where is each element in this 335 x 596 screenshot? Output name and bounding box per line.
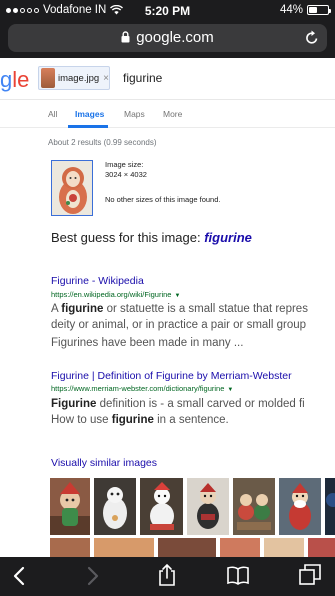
similar-image[interactable]: [94, 478, 136, 535]
chip-filename: image.jpg: [57, 72, 100, 84]
similar-images-row-2: [50, 538, 335, 558]
status-right: 44%: [279, 4, 331, 16]
snippet-bold: figurine: [111, 414, 154, 426]
search-image-chip[interactable]: image.jpg ×: [38, 66, 110, 90]
image-size-value: 3024 × 4032: [105, 170, 147, 179]
snippet-line: A figurine or statuette is a small statu…: [51, 301, 335, 317]
google-logo[interactable]: gle: [0, 67, 29, 93]
lock-icon: [121, 31, 130, 43]
share-icon[interactable]: [157, 563, 177, 587]
similar-image[interactable]: [220, 538, 260, 558]
chip-close-icon[interactable]: ×: [103, 73, 109, 84]
back-icon[interactable]: [12, 566, 26, 586]
google-search-header: gle image.jpg × figurine: [0, 58, 335, 100]
snippet-text: or statuette is a small statue that repr…: [103, 303, 308, 315]
image-size-label: Image size:: [105, 160, 144, 169]
similar-image[interactable]: [50, 478, 90, 535]
dropdown-triangle-icon[interactable]: ▼: [174, 293, 180, 299]
results-count: About 2 results (0.99 seconds): [48, 138, 157, 147]
similar-image[interactable]: [279, 478, 321, 535]
dropdown-triangle-icon[interactable]: ▼: [227, 387, 233, 393]
forward-icon[interactable]: [86, 566, 100, 586]
similar-images-row: [50, 478, 335, 538]
url-display[interactable]: google.com: [8, 29, 327, 46]
matryoshka-doll-image: [52, 161, 92, 215]
result-url-text: https://www.merriam-webster.com/dictiona…: [51, 384, 225, 393]
best-guess-prefix: Best guess for this image:: [51, 230, 201, 245]
tab-more[interactable]: More: [163, 109, 182, 119]
result-url-text: https://en.wikipedia.org/wiki/Figurine: [51, 290, 172, 299]
snippet-text: Figurines have been made in many ...: [51, 337, 244, 349]
snippet-line: deity or animal, or in practice a pair o…: [51, 317, 335, 333]
active-tab-indicator: [68, 125, 108, 128]
snippet-text: A: [51, 303, 62, 315]
snippet-text: How to use: [51, 414, 112, 426]
search-tabs: All Images Maps More: [0, 100, 335, 128]
similar-image[interactable]: [158, 538, 216, 558]
status-bar: Vodafone IN 5:20 PM 44%: [0, 0, 335, 20]
reload-icon[interactable]: [305, 30, 319, 45]
similar-image[interactable]: [308, 538, 335, 558]
snippet-bold: figurine: [61, 303, 104, 315]
similar-image[interactable]: [94, 538, 154, 558]
snippet-line: How to use figurine in a sentence.: [51, 412, 335, 428]
no-other-sizes-text: No other sizes of this image found.: [105, 195, 221, 204]
similar-image[interactable]: [233, 478, 275, 535]
tab-images[interactable]: Images: [75, 109, 104, 119]
battery-percent: 44%: [279, 4, 303, 16]
result-snippet: Figurine definition is - a small carved …: [51, 396, 335, 428]
address-bar[interactable]: google.com: [8, 24, 327, 52]
result-title[interactable]: Figurine - Wikipedia: [51, 275, 144, 287]
snippet-text: in a sentence.: [153, 414, 229, 426]
search-query[interactable]: figurine: [123, 71, 162, 85]
snippet-text: deity or animal, or in practice a pair o…: [51, 319, 307, 331]
similar-image[interactable]: [325, 478, 335, 535]
url-text: google.com: [136, 29, 214, 46]
query-image-thumbnail[interactable]: [51, 160, 93, 216]
visually-similar-link[interactable]: Visually similar images: [51, 457, 157, 469]
browser-chrome: Vodafone IN 5:20 PM 44% google.com: [0, 0, 335, 58]
similar-image[interactable]: [50, 538, 90, 558]
best-guess-link[interactable]: figurine: [204, 230, 252, 245]
result-title[interactable]: Figurine | Definition of Figurine by Mer…: [51, 370, 292, 382]
similar-image[interactable]: [264, 538, 304, 558]
similar-image[interactable]: [187, 478, 229, 535]
bookmarks-icon[interactable]: [226, 565, 250, 585]
tab-maps[interactable]: Maps: [124, 109, 145, 119]
result-url[interactable]: https://www.merriam-webster.com/dictiona…: [51, 384, 233, 393]
chip-thumbnail: [41, 68, 55, 88]
result-url[interactable]: https://en.wikipedia.org/wiki/Figurine ▼: [51, 290, 180, 299]
snippet-line: Figurine definition is - a small carved …: [51, 396, 335, 412]
tabs-icon[interactable]: [299, 564, 321, 586]
browser-toolbar: [0, 557, 335, 596]
battery-icon: [307, 5, 331, 15]
result-snippet: A figurine or statuette is a small statu…: [51, 301, 335, 351]
tab-all[interactable]: All: [48, 109, 57, 119]
snippet-bold: Figurine: [51, 398, 97, 410]
similar-image[interactable]: [140, 478, 183, 535]
snippet-line: Figurines have been made in many ...: [51, 335, 335, 351]
best-guess: Best guess for this image: figurine: [51, 230, 252, 245]
snippet-text: definition is - a small carved or molded…: [96, 398, 305, 410]
